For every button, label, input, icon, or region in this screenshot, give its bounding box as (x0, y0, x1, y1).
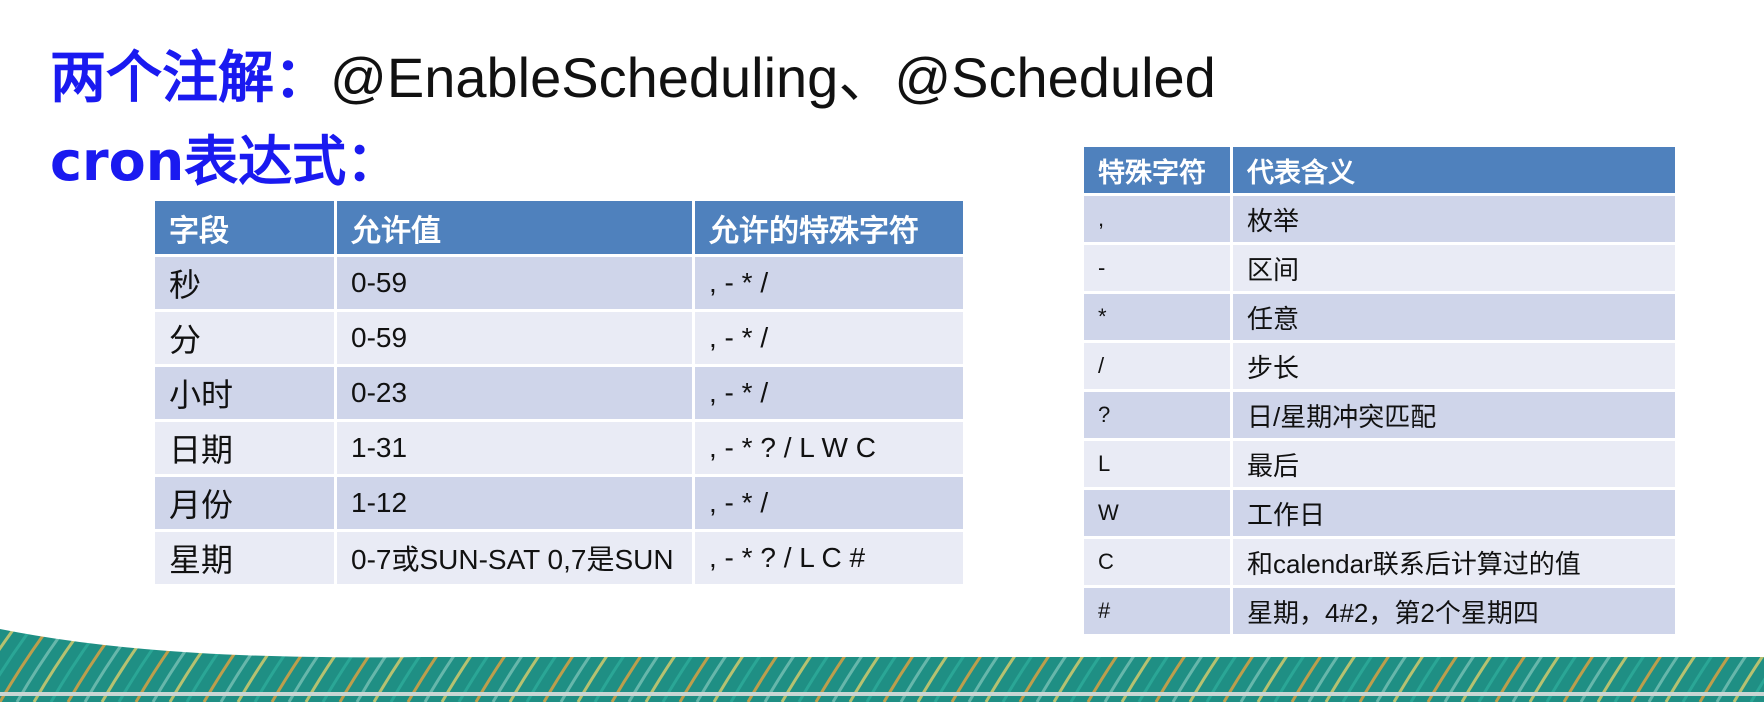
footer-decoration (0, 627, 1764, 702)
table-header-row: 特殊字符 代表含义 (1084, 147, 1675, 193)
special-char-meaning: 任意 (1233, 294, 1675, 340)
table-row: ? 日/星期冲突匹配 (1084, 392, 1675, 438)
special-char: L (1084, 441, 1230, 487)
special-char: / (1084, 343, 1230, 389)
special-char-meaning: 区间 (1233, 245, 1675, 291)
field-name: 分 (155, 312, 334, 364)
special-char: - (1084, 245, 1230, 291)
slide: 两个注解：@EnableScheduling、@Scheduled cron表达… (0, 0, 1764, 702)
field-special-chars: , - * / (695, 477, 963, 529)
field-name: 小时 (155, 367, 334, 419)
header-special-char: 特殊字符 (1084, 147, 1230, 193)
special-char: * (1084, 294, 1230, 340)
table-row: 日期 1-31 , - * ? / L W C (155, 422, 963, 474)
field-allowed-values: 0-23 (337, 367, 692, 419)
annotations-label: 两个注解： (50, 46, 330, 111)
table-row: - 区间 (1084, 245, 1675, 291)
field-name: 秒 (155, 257, 334, 309)
table-row: L 最后 (1084, 441, 1675, 487)
header-field: 字段 (155, 201, 334, 254)
special-char: C (1084, 539, 1230, 585)
field-special-chars: , - * / (695, 367, 963, 419)
annotations-value: @EnableScheduling、@Scheduled (330, 46, 1216, 109)
field-special-chars: , - * / (695, 257, 963, 309)
table-row: W 工作日 (1084, 490, 1675, 536)
header-allowed-values: 允许值 (337, 201, 692, 254)
table-row: * 任意 (1084, 294, 1675, 340)
special-char-meaning: 日/星期冲突匹配 (1233, 392, 1675, 438)
annotations-heading: 两个注解：@EnableScheduling、@Scheduled (50, 50, 1216, 107)
special-char: , (1084, 196, 1230, 242)
table-row: / 步长 (1084, 343, 1675, 389)
special-char-meaning: 工作日 (1233, 490, 1675, 536)
field-allowed-values: 0-59 (337, 312, 692, 364)
special-char-meaning: 枚举 (1233, 196, 1675, 242)
special-char-meaning: 和calendar联系后计算过的值 (1233, 539, 1675, 585)
table-row: 小时 0-23 , - * / (155, 367, 963, 419)
cron-fields-table: 字段 允许值 允许的特殊字符 秒 0-59 , - * / 分 0-59 , -… (152, 198, 966, 587)
special-char: W (1084, 490, 1230, 536)
special-char: ? (1084, 392, 1230, 438)
field-name: 月份 (155, 477, 334, 529)
special-char-meaning: 最后 (1233, 441, 1675, 487)
table-row: C 和calendar联系后计算过的值 (1084, 539, 1675, 585)
field-special-chars: , - * ? / L C # (695, 532, 963, 584)
table-header-row: 字段 允许值 允许的特殊字符 (155, 201, 963, 254)
cron-heading: cron表达式： (50, 130, 401, 193)
field-allowed-values: 0-7或SUN-SAT 0,7是SUN (337, 532, 692, 584)
field-allowed-values: 1-12 (337, 477, 692, 529)
table-row: 秒 0-59 , - * / (155, 257, 963, 309)
field-name: 日期 (155, 422, 334, 474)
header-allowed-special-chars: 允许的特殊字符 (695, 201, 963, 254)
field-special-chars: , - * / (695, 312, 963, 364)
table-row: 分 0-59 , - * / (155, 312, 963, 364)
field-allowed-values: 1-31 (337, 422, 692, 474)
table-row: 星期 0-7或SUN-SAT 0,7是SUN , - * ? / L C # (155, 532, 963, 584)
table-row: , 枚举 (1084, 196, 1675, 242)
field-special-chars: , - * ? / L W C (695, 422, 963, 474)
table-row: 月份 1-12 , - * / (155, 477, 963, 529)
special-chars-table: 特殊字符 代表含义 , 枚举 - 区间 * 任意 / 步长 ? 日/星期冲突匹配… (1081, 144, 1678, 637)
special-char-meaning: 步长 (1233, 343, 1675, 389)
header-meaning: 代表含义 (1233, 147, 1675, 193)
field-allowed-values: 0-59 (337, 257, 692, 309)
field-name: 星期 (155, 532, 334, 584)
